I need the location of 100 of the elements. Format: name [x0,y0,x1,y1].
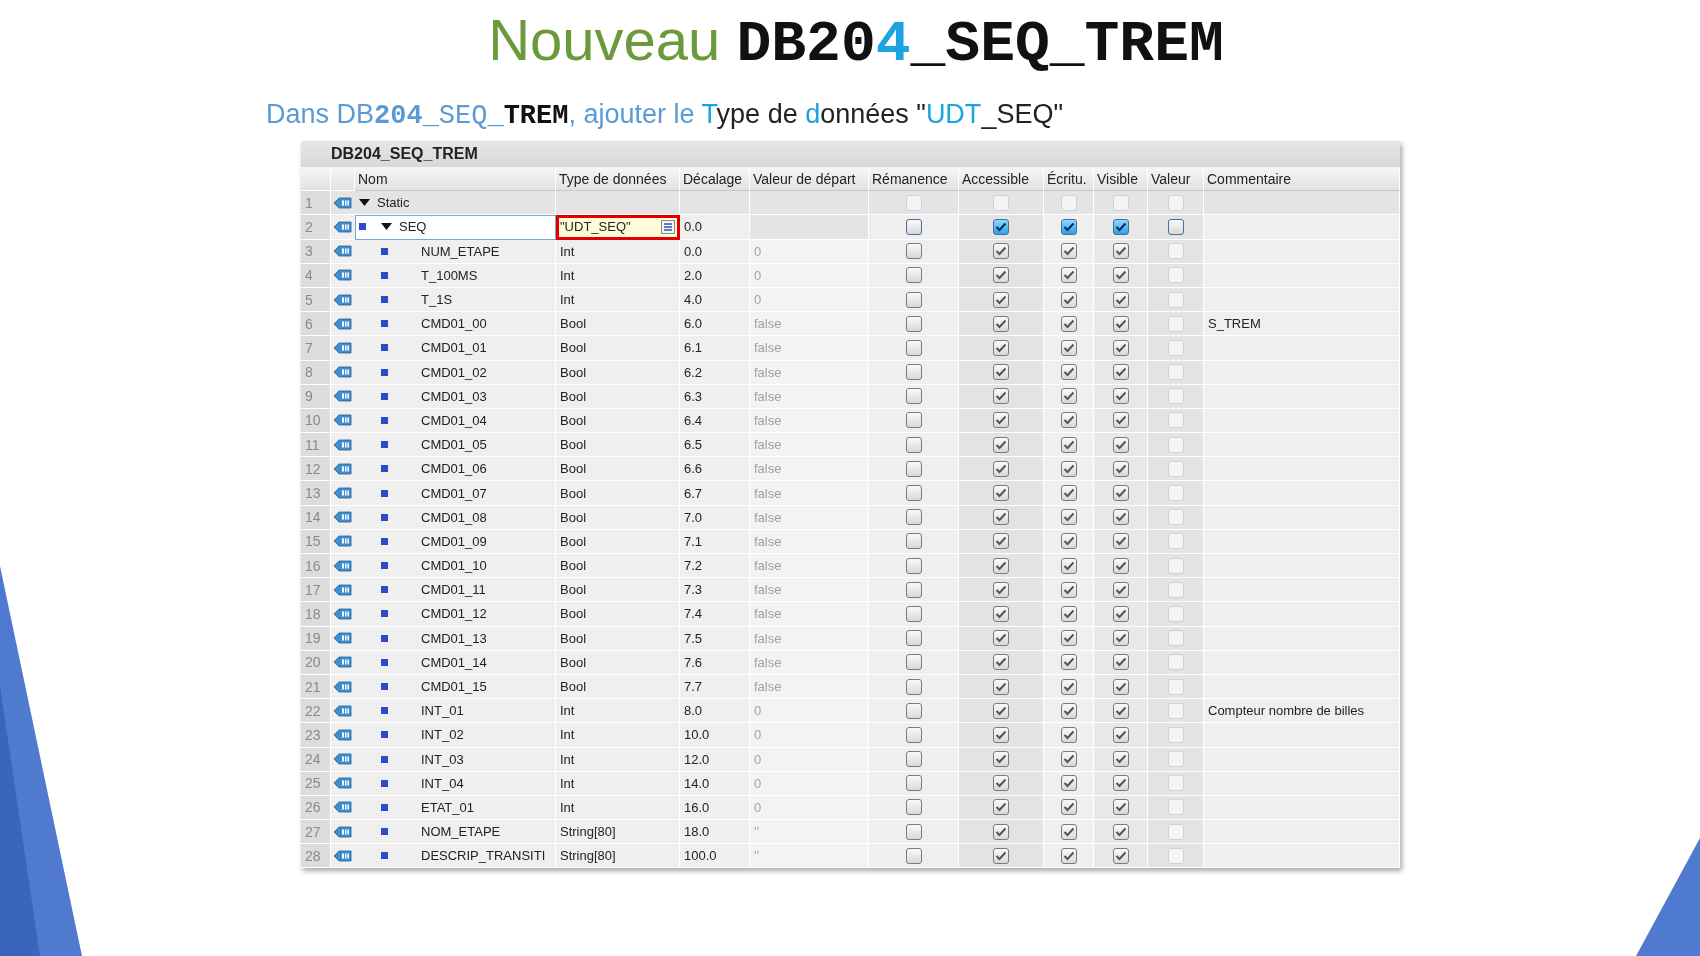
data-type: Int [560,267,575,283]
data-type: Int [560,751,575,767]
table-cell: false [750,529,869,554]
row-number: 26 [301,795,331,821]
column-header[interactable]: Décalage [680,167,750,192]
table-cell: 0 [750,699,869,724]
table-cell: 8.0 [680,699,750,724]
data-type: Bool [560,630,587,646]
row-number: 16 [301,554,331,579]
data-type: Bool [560,509,587,525]
square-bullet-icon [381,634,388,642]
variable-tag-icon [334,656,352,669]
table-cell: 6.3 [680,384,750,409]
square-bullet-icon [381,658,388,666]
variable-tag-icon [334,825,352,838]
table-cell: 0.0 [680,239,750,264]
variable-tag-icon [334,341,352,354]
column-header[interactable]: Nom [355,167,556,192]
variable-tag-icon [334,680,352,693]
table-cell: 6.2 [680,360,750,385]
column-header[interactable]: Valeur de départ [750,167,869,192]
square-bullet-icon [381,513,388,521]
data-type: Bool [560,388,587,404]
column-header[interactable]: Type de données [556,167,680,192]
table-cell: false [750,408,869,434]
data-type: "UDT_SEQ" [560,219,631,235]
variable-tag-icon [334,245,352,258]
variable-tag-icon [334,632,352,645]
square-bullet-icon [381,803,388,811]
row-number: 18 [301,602,331,627]
table-cell: false [750,650,869,675]
table-cell: false [750,360,869,385]
table-cell: 7.0 [680,505,750,530]
data-type: Int [560,727,575,743]
square-bullet-icon [381,731,388,739]
table-cell: 10.0 [680,723,750,748]
variable-tag-icon [334,366,352,379]
table-cell: false [750,481,869,506]
column-header[interactable]: Rémanence [869,167,959,192]
table-cell: 6.4 [680,408,750,434]
table-cell: 0 [750,723,869,748]
table-cell: 0 [750,771,869,796]
column-header[interactable]: Écritu. [1044,167,1094,192]
variable-name: ETAT_01 [421,799,474,815]
variable-name: CMD01_00 [421,316,487,332]
row-number: 7 [301,336,331,361]
square-bullet-icon [381,489,388,497]
column-header[interactable]: Visible [1094,167,1148,192]
row-number: 1 [301,191,331,216]
column-header[interactable]: Accessible [959,167,1044,192]
table-cell: 2.0 [680,263,750,288]
square-bullet-icon [381,562,388,570]
square-bullet-icon [381,368,388,376]
variable-name: CMD01_13 [421,630,487,646]
square-bullet-icon [381,465,388,473]
table-cell: 7.6 [680,650,750,675]
data-type: Bool [560,485,587,501]
table-cell: 7.1 [680,529,750,554]
data-type: Bool [560,582,587,598]
row-number: 23 [301,723,331,748]
variable-tag-icon [334,462,352,475]
variable-tag-icon [334,196,352,209]
variable-tag-icon [334,511,352,524]
square-bullet-icon [381,707,388,715]
table-cell: 6.1 [680,336,750,361]
variable-tag-icon [334,269,352,282]
variable-tag-icon [334,704,352,717]
variable-name: SEQ [399,219,427,235]
table-cell: false [750,457,869,482]
row-number: 14 [301,505,331,530]
data-type: Int [560,775,575,791]
variable-name: CMD01_10 [421,558,487,574]
table-cell: 16.0 [680,795,750,821]
square-bullet-icon [381,320,388,328]
table-cell: false [750,336,869,361]
square-bullet-icon [381,683,388,691]
row-number: 21 [301,674,331,700]
row-number: 25 [301,771,331,796]
variable-name: INT_04 [421,775,464,791]
data-type: String[80] [560,824,616,840]
variable-name: CMD01_01 [421,340,487,356]
editor-title: DB204_SEQ_TREM [301,141,1400,167]
table-cell: 4.0 [680,287,750,313]
column-header[interactable]: Valeur [1148,167,1204,192]
variable-name: INT_01 [421,703,464,719]
data-type: Bool [560,533,587,549]
square-bullet-icon [381,441,388,449]
variable-tag-icon [334,293,352,306]
table-cell: false [750,384,869,409]
table-cell: 12.0 [680,747,750,772]
square-bullet-icon [381,828,388,836]
table-cell: false [750,674,869,700]
row-number: 15 [301,529,331,554]
variable-name: CMD01_14 [421,654,487,670]
column-header[interactable]: Commentaire [1204,167,1400,192]
variable-name: CMD01_09 [421,533,487,549]
variable-name: CMD01_15 [421,679,487,695]
variable-tag-icon [334,317,352,330]
row-number: 19 [301,626,331,651]
table-cell: 18.0 [680,820,750,845]
